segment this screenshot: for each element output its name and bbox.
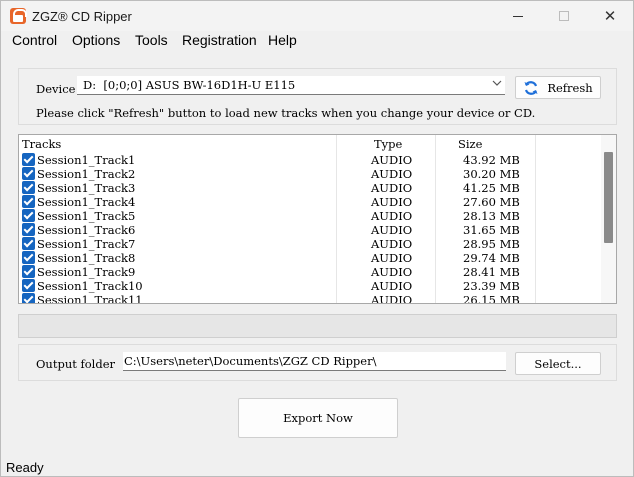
track-checkbox[interactable] [22,153,35,166]
status-bar: Ready [1,456,633,477]
scrollbar-thumb[interactable] [604,152,613,243]
track-type: AUDIO [371,265,413,279]
window-title: ZGZ® CD Ripper [32,9,132,24]
minimize-icon [513,15,523,17]
app-window: ZGZ® CD Ripper ✕ Control Options Tools R… [0,0,634,477]
track-name: Session1_Track1 [37,153,136,167]
menu-registration[interactable]: Registration [182,32,257,48]
header-size[interactable]: Size [458,137,482,151]
title-bar: ZGZ® CD Ripper ✕ [1,1,633,31]
table-header: Tracks Type Size [19,135,601,151]
track-size: 31.65 MB [463,223,520,237]
track-type: AUDIO [371,209,413,223]
device-select-value: D: [0;0;0] ASUS BW-16D1H-U E115 [83,78,296,92]
output-folder-input[interactable]: C:\Users\neter\Documents\ZGZ CD Ripper\ [123,352,506,371]
table-row[interactable]: Session1_Track8 AUDIO 29.74 MB [19,251,601,265]
track-checkbox[interactable] [22,209,35,222]
menu-options[interactable]: Options [72,32,120,48]
table-row[interactable]: Session1_Track2 AUDIO 30.20 MB [19,167,601,181]
track-name: Session1_Track7 [37,237,136,251]
track-size: 29.74 MB [463,251,520,265]
track-type: AUDIO [371,279,413,293]
select-folder-button[interactable]: Select... [515,352,601,375]
lock-app-icon [10,8,27,24]
track-checkbox[interactable] [22,223,35,236]
track-type: AUDIO [371,251,413,265]
table-row[interactable]: Session1_Track7 AUDIO 28.95 MB [19,237,601,251]
track-type: AUDIO [371,181,413,195]
track-name: Session1_Track11 [37,293,143,304]
track-name: Session1_Track4 [37,195,136,209]
track-name: Session1_Track5 [37,209,136,223]
track-checkbox[interactable] [22,279,35,292]
menu-help[interactable]: Help [268,32,297,48]
track-size: 28.13 MB [463,209,520,223]
refresh-button-label: Refresh [547,80,593,95]
track-size: 26.15 MB [463,293,520,304]
table-row[interactable]: Session1_Track11 AUDIO 26.15 MB [19,293,601,304]
table-row[interactable]: Session1_Track3 AUDIO 41.25 MB [19,181,601,195]
refresh-icon [523,80,539,96]
maximize-icon [559,11,569,21]
track-checkbox[interactable] [22,195,35,208]
track-name: Session1_Track10 [37,279,143,293]
track-name: Session1_Track8 [37,251,136,265]
maximize-button[interactable] [541,1,587,31]
select-folder-label: Select... [534,356,582,371]
close-button[interactable]: ✕ [587,1,633,31]
progress-bar [18,314,617,338]
track-checkbox[interactable] [22,181,35,194]
output-folder-value: C:\Users\neter\Documents\ZGZ CD Ripper\ [124,354,377,368]
track-size: 28.41 MB [463,265,520,279]
status-text: Ready [6,460,44,475]
track-size: 30.20 MB [463,167,520,181]
menu-control[interactable]: Control [12,32,57,48]
track-size: 28.95 MB [463,237,520,251]
device-label: Device [36,82,76,96]
track-name: Session1_Track6 [37,223,136,237]
track-checkbox[interactable] [22,167,35,180]
track-checkbox[interactable] [22,237,35,250]
table-row[interactable]: Session1_Track1 AUDIO 43.92 MB [19,153,601,167]
export-now-label: Export Now [283,411,353,425]
track-size: 27.60 MB [463,195,520,209]
close-icon: ✕ [603,8,617,25]
track-type: AUDIO [371,293,413,304]
track-size: 23.39 MB [463,279,520,293]
output-folder-label: Output folder [36,357,116,371]
track-size: 41.25 MB [463,181,520,195]
menu-bar: Control Options Tools Registration Help [1,31,633,51]
menu-tools[interactable]: Tools [135,32,168,48]
minimize-button[interactable] [495,1,541,31]
track-name: Session1_Track9 [37,265,136,279]
header-tracks[interactable]: Tracks [22,137,61,151]
chevron-down-icon [492,78,502,88]
track-type: AUDIO [371,167,413,181]
header-type[interactable]: Type [374,137,402,151]
track-type: AUDIO [371,223,413,237]
device-hint: Please click "Refresh" button to load ne… [36,106,536,120]
track-name: Session1_Track2 [37,167,136,181]
track-type: AUDIO [371,153,413,167]
track-type: AUDIO [371,237,413,251]
track-checkbox[interactable] [22,265,35,278]
track-type: AUDIO [371,195,413,209]
refresh-button[interactable]: Refresh [515,76,601,99]
track-checkbox[interactable] [22,251,35,264]
device-select[interactable]: D: [0;0;0] ASUS BW-16D1H-U E115 [77,76,505,95]
table-row[interactable]: Session1_Track6 AUDIO 31.65 MB [19,223,601,237]
tracks-table: Tracks Type Size Session1_Track1 AUDIO 43.… [18,134,617,304]
track-size: 43.92 MB [463,153,520,167]
table-row[interactable]: Session1_Track10 AUDIO 23.39 MB [19,279,601,293]
export-now-button[interactable]: Export Now [238,398,398,438]
track-checkbox[interactable] [22,293,35,303]
table-row[interactable]: Session1_Track5 AUDIO 28.13 MB [19,209,601,223]
track-name: Session1_Track3 [37,181,136,195]
table-row[interactable]: Session1_Track9 AUDIO 28.41 MB [19,265,601,279]
table-row[interactable]: Session1_Track4 AUDIO 27.60 MB [19,195,601,209]
